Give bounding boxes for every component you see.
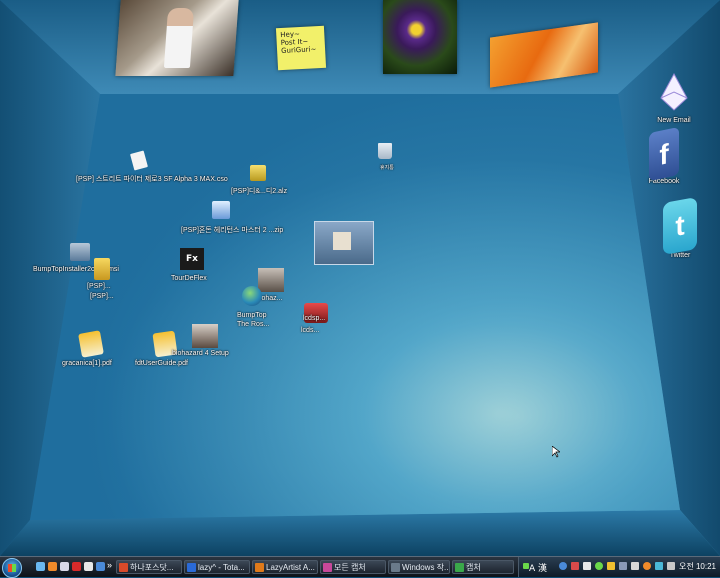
mouse-cursor-icon xyxy=(552,446,560,458)
tray-icon-1[interactable] xyxy=(523,563,529,569)
tray-icon-8[interactable] xyxy=(631,562,639,570)
taskbar-button-label-4: 모든 캡처 xyxy=(334,563,366,572)
window-thumbnail-content xyxy=(333,232,351,250)
biohazard-setup-label[interactable]: biohazard 4 Setup xyxy=(172,350,229,357)
tray-icon-2[interactable] xyxy=(559,562,567,570)
system-tray: A 漢 오전 10:21 xyxy=(518,557,720,577)
quick-launch-icon-5[interactable] xyxy=(84,562,93,571)
quick-launch-icon-1[interactable] xyxy=(36,562,45,571)
taskbar-button-label-6: 캡처 xyxy=(466,563,481,572)
windows-taskbar: » 하나포스닷... lazy^ - Tota... LazyArtist A.… xyxy=(0,556,720,578)
gracanica-pdf-icon[interactable] xyxy=(78,330,104,358)
tray-icon-10[interactable] xyxy=(655,562,663,570)
tray-icon-5[interactable] xyxy=(595,562,603,570)
recycle-bin-label[interactable]: 휴지통 xyxy=(380,164,394,171)
taskbar-button-1[interactable]: 하나포스닷... xyxy=(116,560,182,574)
bumptop-desktop-room: Hey~ Post It~ GuriGuri~ New Email f Face… xyxy=(0,0,720,556)
taskbar-button-label-5: Windows 작... xyxy=(402,563,450,572)
twitter-label: Twitter xyxy=(669,252,691,259)
taskbar-button-label-3: LazyArtist A... xyxy=(266,563,315,572)
taskbar-button-5[interactable]: Windows 작... xyxy=(388,560,450,574)
twitter-widget[interactable]: t Twitter xyxy=(656,197,704,259)
input-method-indicator[interactable]: A 漢 xyxy=(529,561,547,574)
taskbar-app-icon-6 xyxy=(455,563,464,572)
wall-photo-person[interactable] xyxy=(115,0,239,76)
quick-launch-icon-2[interactable] xyxy=(48,562,57,571)
person-figure xyxy=(163,8,195,68)
tray-icon-9[interactable] xyxy=(643,562,651,570)
taskbar-button-6[interactable]: 캡처 xyxy=(452,560,514,574)
tray-icon-3[interactable] xyxy=(571,562,579,570)
tray-icon-7[interactable] xyxy=(619,562,627,570)
new-email-icon xyxy=(660,72,688,111)
taskbar-button-label-1: 하나포스닷... xyxy=(130,563,174,572)
lcd-label-1[interactable]: lcdsp... xyxy=(303,315,325,322)
start-button[interactable] xyxy=(2,558,22,578)
wall-photo-flower[interactable] xyxy=(383,0,457,74)
twitter-icon: t xyxy=(663,197,697,255)
alz-archive-icon[interactable] xyxy=(250,165,266,181)
new-email-widget[interactable]: New Email xyxy=(652,72,696,124)
zip-archive-label[interactable]: [PSP]혼돈 헤리턴스 마스터 2 ...zip xyxy=(181,225,283,235)
facebook-label: Facebook xyxy=(648,178,680,185)
post-it-text: Hey~ Post It~ GuriGuri~ xyxy=(280,30,317,56)
taskbar-app-icon-1 xyxy=(119,563,128,572)
quick-launch-icon-6[interactable] xyxy=(96,562,105,571)
windows-logo-icon xyxy=(8,564,16,572)
tourdeflex-icon[interactable]: Fx xyxy=(180,248,204,270)
cso-file-label[interactable]: [PSP] 스트리트 파이터 제로3 SF Alpha 3 MAX.cso xyxy=(76,174,228,184)
tourdeflex-label[interactable]: TourDeFlex xyxy=(171,275,207,282)
taskbar-button-2[interactable]: lazy^ - Tota... xyxy=(184,560,250,574)
taskbar-app-icon-2 xyxy=(187,563,196,572)
quick-launch-icon-3[interactable] xyxy=(60,562,69,571)
new-email-label: New Email xyxy=(657,117,691,124)
gracanica-pdf-label[interactable]: gracanica[1].pdf xyxy=(62,360,112,367)
biohazard-photo-icon[interactable] xyxy=(258,268,284,292)
installer-icon[interactable] xyxy=(70,243,90,261)
psp-item-label-1[interactable]: [PSP]... xyxy=(87,283,111,290)
alz-archive-label[interactable]: [PSP]디&...디2.alz xyxy=(231,186,287,196)
bumptop-globe-icon[interactable] xyxy=(242,286,262,306)
tray-icon-4[interactable] xyxy=(583,562,591,570)
zip-archive-icon[interactable] xyxy=(212,201,230,219)
taskbar-app-icon-3 xyxy=(255,563,264,572)
biohazard-setup-icon[interactable] xyxy=(192,324,218,348)
quick-launch-icon-4[interactable] xyxy=(72,562,81,571)
fdt-pdf-label[interactable]: fdtUserGuide.pdf xyxy=(135,360,188,367)
recycle-bin-icon[interactable] xyxy=(378,143,392,159)
taskbar-button-label-2: lazy^ - Tota... xyxy=(198,563,245,572)
taskbar-button-3[interactable]: LazyArtist A... xyxy=(252,560,318,574)
bumptop-label[interactable]: BumpTop The Ros... xyxy=(237,311,269,329)
window-thumbnail[interactable] xyxy=(314,221,374,265)
facebook-widget[interactable]: f Facebook xyxy=(642,126,686,185)
taskbar-button-4[interactable]: 모든 캡처 xyxy=(320,560,386,574)
quick-launch-expand-icon[interactable]: » xyxy=(107,560,112,570)
tray-icon-6[interactable] xyxy=(607,562,615,570)
lcd-label-2[interactable]: lcds... xyxy=(301,327,319,334)
psp-item-label-2[interactable]: [PSP]... xyxy=(90,293,114,300)
tray-icon-11[interactable] xyxy=(667,562,675,570)
taskbar-app-icon-4 xyxy=(323,563,332,572)
psp-folder-icon[interactable] xyxy=(94,258,110,280)
post-it-note[interactable]: Hey~ Post It~ GuriGuri~ xyxy=(275,25,327,71)
taskbar-clock[interactable]: 오전 10:21 xyxy=(679,561,716,572)
taskbar-app-icon-5 xyxy=(391,563,400,572)
facebook-icon: f xyxy=(649,126,679,182)
